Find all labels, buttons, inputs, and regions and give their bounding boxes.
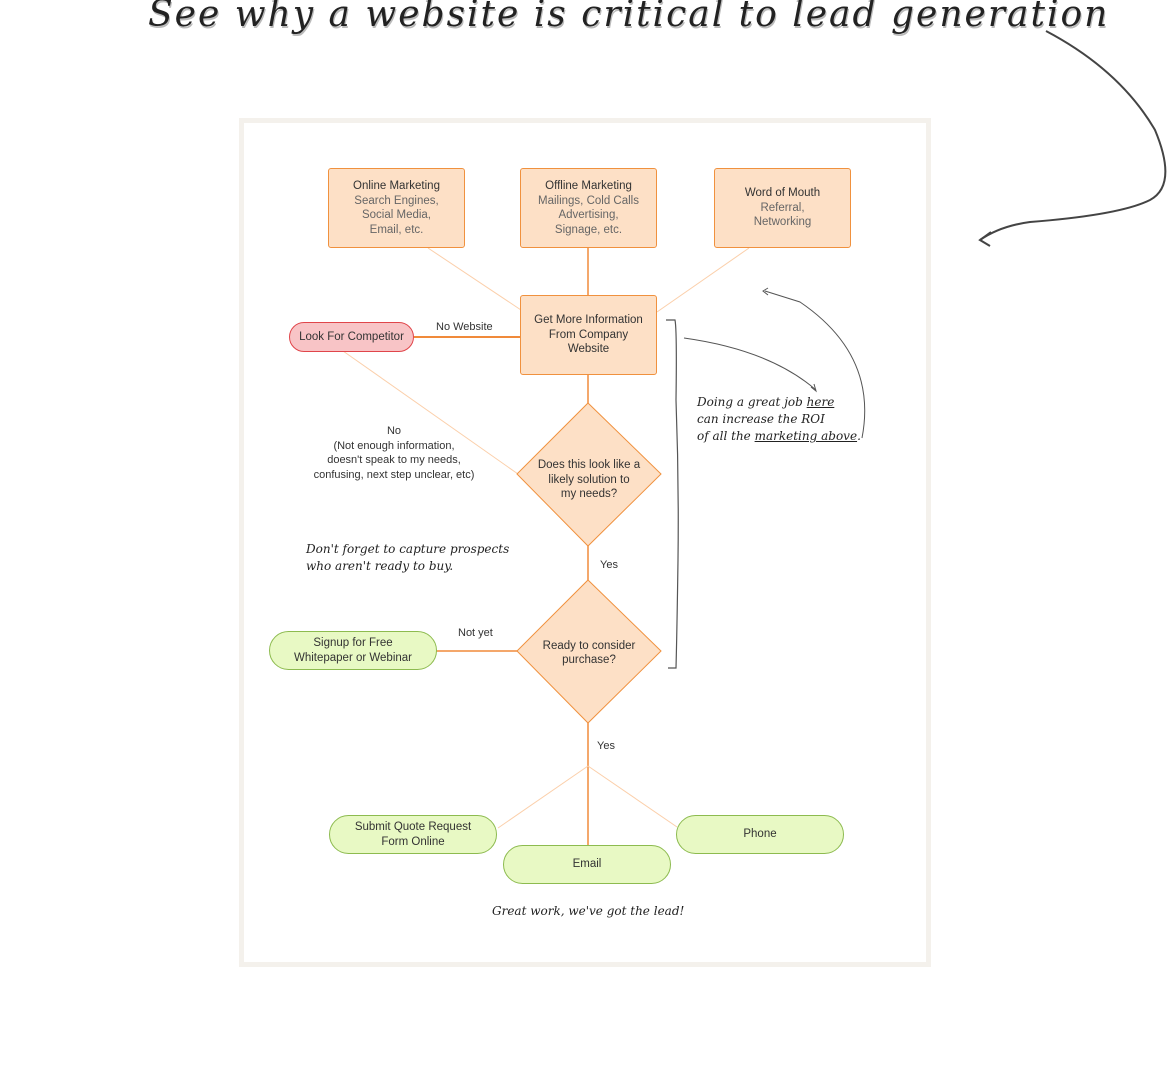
source-online-marketing: Online Marketing Search Engines, Social …	[328, 168, 465, 248]
source-title: Offline Marketing	[545, 180, 632, 192]
no-label: No (Not enough information, doesn't spea…	[313, 425, 475, 481]
capture-note: Don't forget to capture prospects who ar…	[306, 542, 510, 573]
not-yet-label: Not yet	[458, 627, 493, 639]
source-word-of-mouth: Word of Mouth Referral, Networking	[714, 168, 851, 248]
signup-node: Signup for Free Whitepaper or Webinar	[269, 631, 437, 670]
headline: See why a website is critical to lead ge…	[148, 0, 1110, 35]
outcome-email: Email	[503, 845, 671, 884]
source-offline-marketing: Offline Marketing Mailings, Cold Calls A…	[520, 168, 657, 248]
outcome-phone: Phone	[676, 815, 844, 854]
decision1-text: Does this look like a likely solution to…	[537, 459, 641, 501]
roi-note: Doing a great job here can increase the …	[697, 395, 861, 443]
yes1-label: Yes	[600, 559, 618, 571]
decision2-text: Ready to consider purchase?	[542, 639, 636, 667]
outcome-quote-request: Submit Quote Request Form Online	[329, 815, 497, 854]
source-title: Word of Mouth	[744, 187, 821, 200]
source-title: Online Marketing	[353, 180, 440, 192]
no-website-label: No Website	[436, 321, 493, 333]
lead-note: Great work, we've got the lead!	[492, 904, 685, 918]
headline-arrow	[979, 30, 1167, 241]
headline-arrow-head	[978, 231, 992, 247]
competitor-node: Look For Competitor	[289, 322, 414, 352]
yes2-label: Yes	[597, 740, 615, 752]
website-node: Get More Information From Company Websit…	[520, 295, 657, 375]
